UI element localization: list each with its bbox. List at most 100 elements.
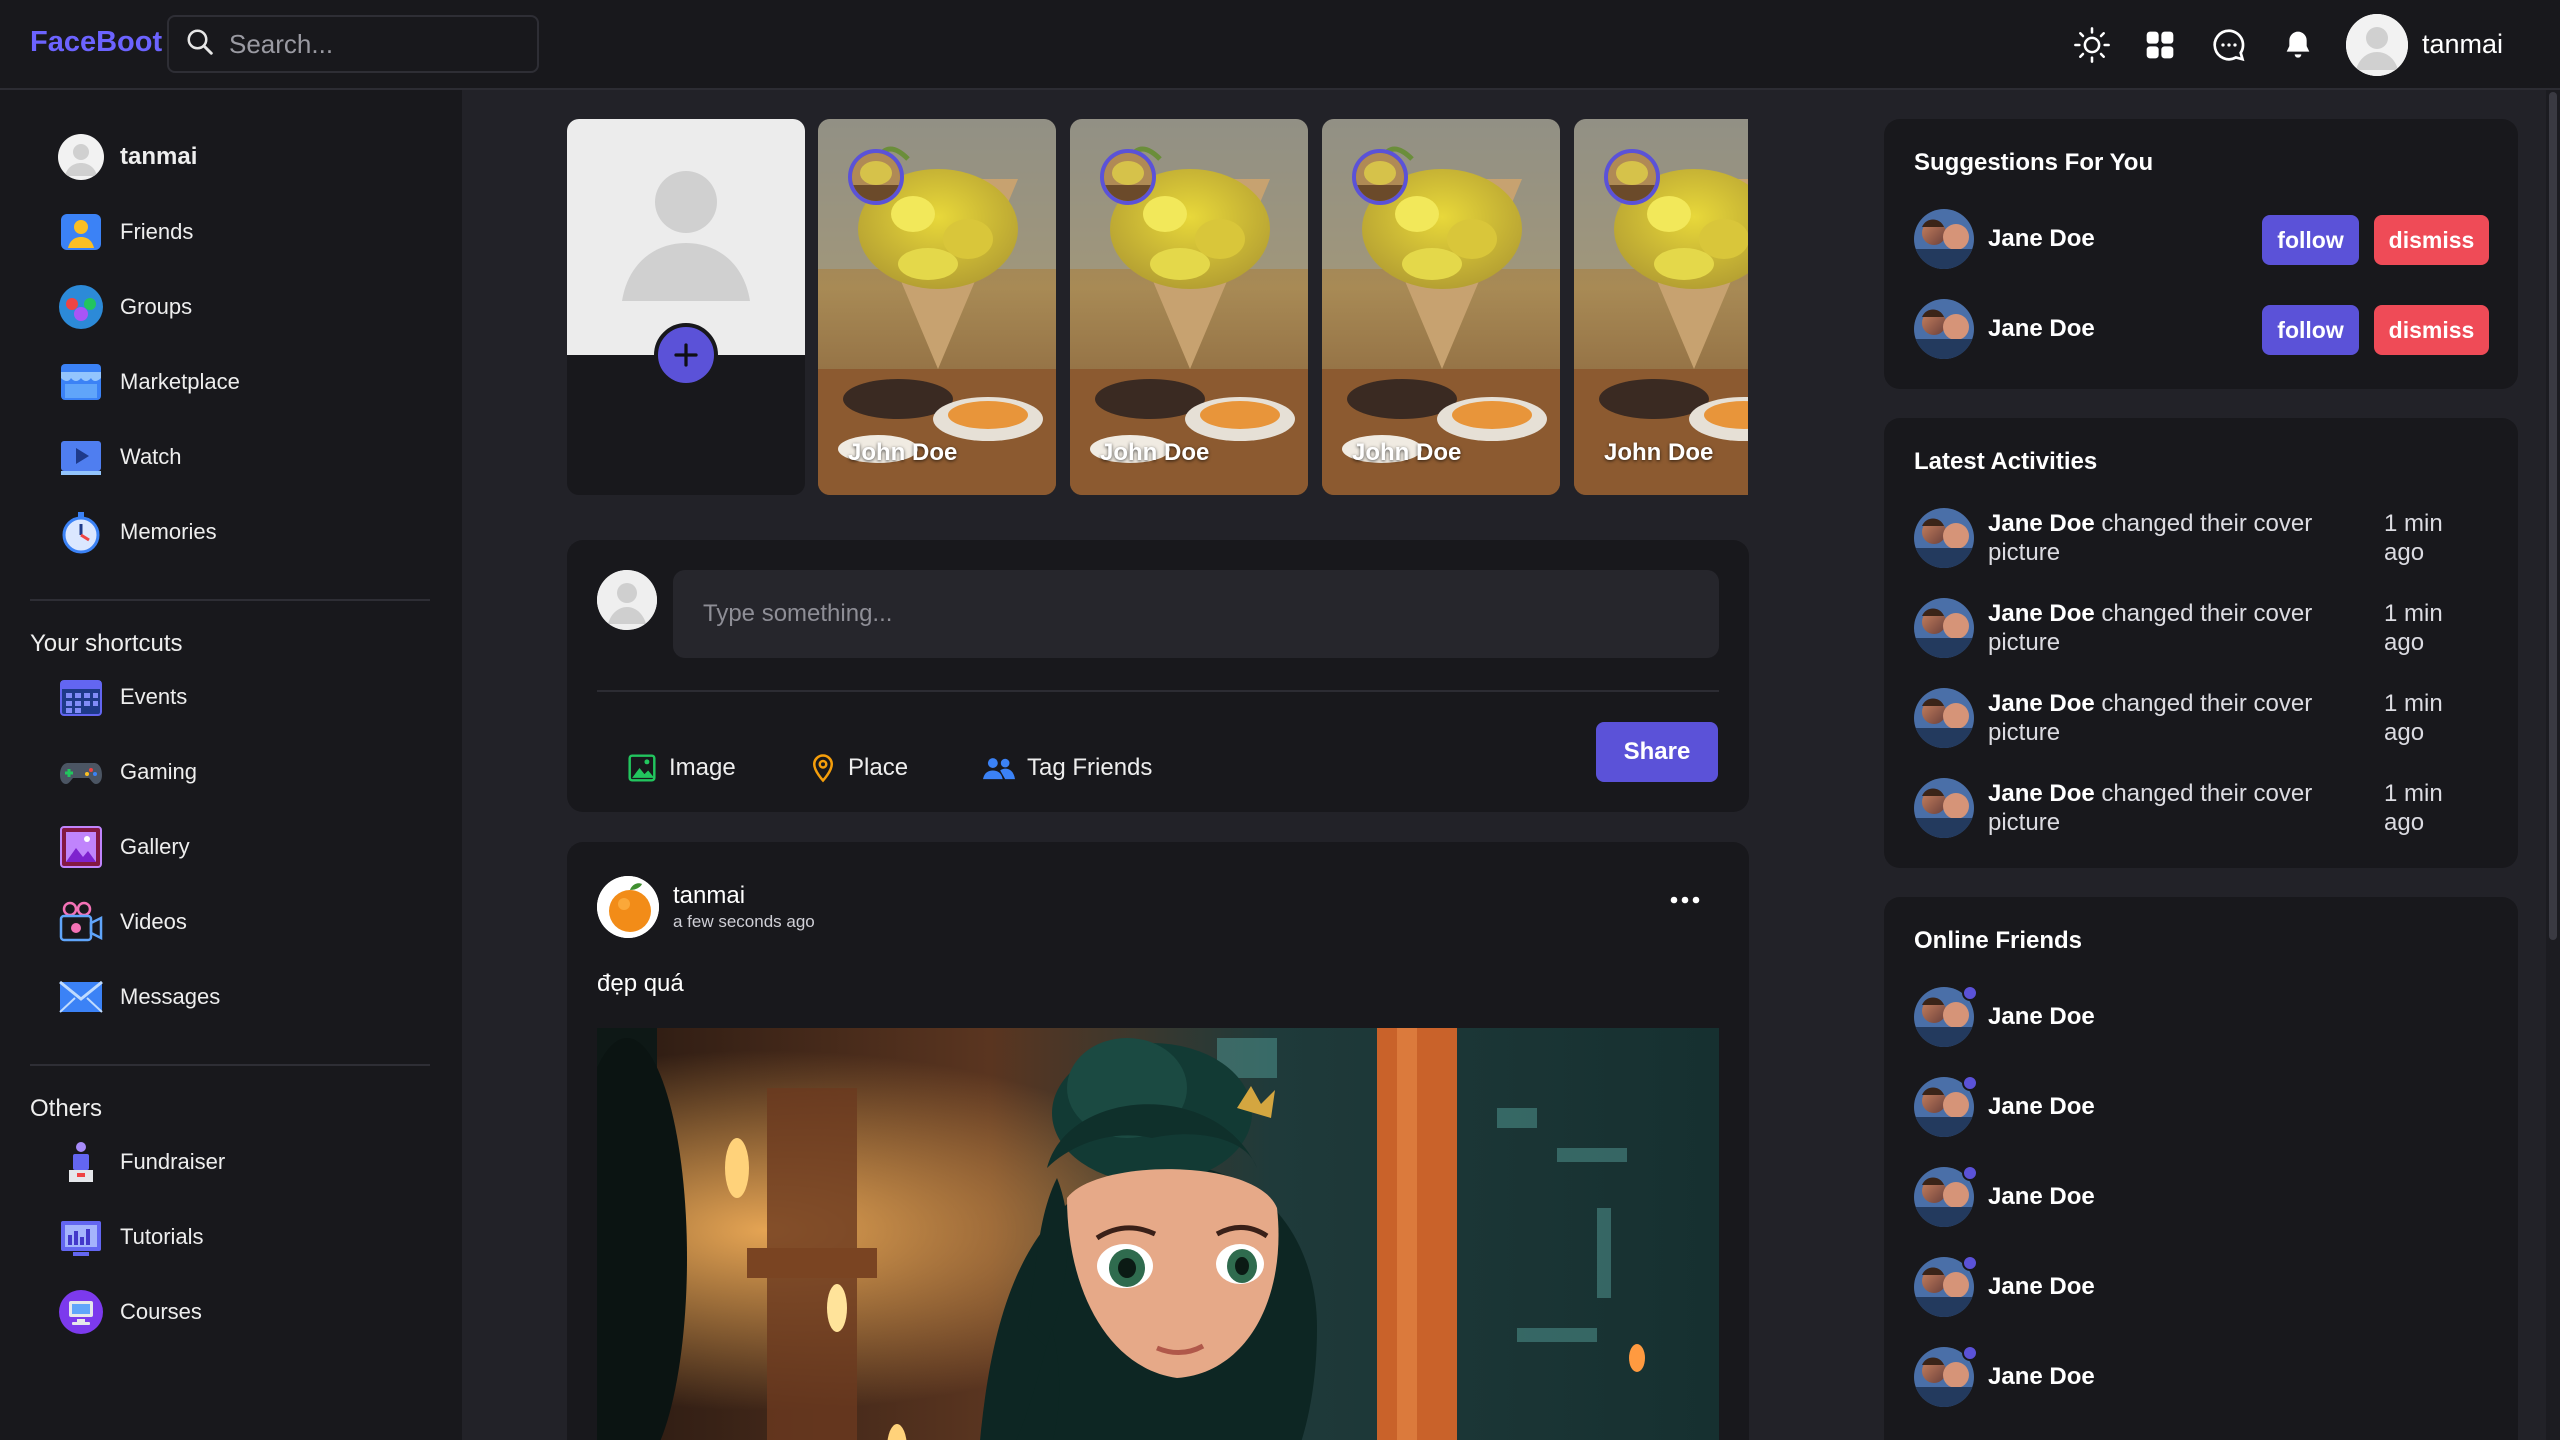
sidebar-item-groups[interactable]: Groups xyxy=(58,283,192,331)
sidebar-item-courses[interactable]: Courses xyxy=(58,1288,202,1336)
follow-button[interactable]: follow xyxy=(2262,215,2359,265)
search-input[interactable] xyxy=(229,28,519,60)
chat-icon[interactable] xyxy=(2210,26,2248,64)
post-author-avatar[interactable] xyxy=(597,876,659,938)
activity-avatar[interactable] xyxy=(1914,598,1974,658)
dismiss-button[interactable]: dismiss xyxy=(2374,215,2489,265)
sidebar-item-label: Tutorials xyxy=(120,1224,204,1249)
composer-input[interactable] xyxy=(673,570,1719,658)
more-options-icon[interactable] xyxy=(1665,888,1705,912)
search-box[interactable] xyxy=(167,15,539,73)
activity-avatar[interactable] xyxy=(1914,778,1974,838)
bell-icon[interactable] xyxy=(2279,26,2317,64)
activity-user[interactable]: Jane Doe xyxy=(1988,600,2095,627)
sidebar-item-messages[interactable]: Messages xyxy=(58,973,220,1021)
tag-friends-button[interactable]: Tag Friends xyxy=(983,752,1152,784)
sidebar-item-events[interactable]: Events xyxy=(58,673,187,721)
user-avatar[interactable] xyxy=(2346,14,2408,76)
sidebar-item-watch[interactable]: Watch xyxy=(58,433,182,481)
activity-user[interactable]: Jane Doe xyxy=(1988,510,2095,537)
composer-divider xyxy=(597,690,1719,692)
sidebar-item-marketplace[interactable]: Marketplace xyxy=(58,358,240,406)
activity-avatar[interactable] xyxy=(1914,688,1974,748)
sidebar-item-friends[interactable]: Friends xyxy=(58,208,193,256)
sidebar-item-gaming[interactable]: Gaming xyxy=(58,748,197,796)
messages-icon xyxy=(58,974,104,1020)
online-friends-title: Online Friends xyxy=(1914,927,2083,954)
story-author: John Doe xyxy=(1604,439,1714,466)
suggestion-name[interactable]: Jane Doe xyxy=(1988,225,2095,253)
friend-name[interactable]: Jane Doe xyxy=(1988,1183,2095,1211)
nav-username[interactable]: tanmai xyxy=(2422,29,2503,60)
sidebar-item-label: Watch xyxy=(120,444,182,469)
shortcuts-heading: Your shortcuts xyxy=(30,630,183,657)
suggestions-title: Suggestions For You xyxy=(1914,149,2154,176)
sidebar-item-label: Gaming xyxy=(120,759,198,784)
app-logo[interactable]: FaceBoot xyxy=(30,26,162,59)
story-card[interactable]: John Doe xyxy=(818,119,1056,495)
suggestion-avatar[interactable] xyxy=(1914,299,1974,359)
story-card[interactable]: John Doe xyxy=(1574,119,1748,495)
composer-avatar xyxy=(597,570,657,630)
watch-icon xyxy=(58,434,104,480)
friend-name[interactable]: Jane Doe xyxy=(1988,1003,2095,1031)
stories-strip: John Doe John Doe John Doe John Doe xyxy=(818,119,1748,495)
sidebar-item-label: Marketplace xyxy=(120,369,240,394)
dismiss-button[interactable]: dismiss xyxy=(2374,305,2489,355)
story-author: John Doe xyxy=(1100,439,1210,466)
online-status-dot xyxy=(1962,1345,1978,1361)
sidebar-item-memories[interactable]: Memories xyxy=(58,508,217,556)
sidebar-divider xyxy=(30,1064,430,1066)
sidebar-item-label: Courses xyxy=(120,1299,202,1324)
groups-icon xyxy=(58,284,104,330)
story-card[interactable]: John Doe xyxy=(1070,119,1308,495)
share-button[interactable]: Share xyxy=(1596,722,1718,782)
sidebar-item-videos[interactable]: Videos xyxy=(58,898,187,946)
create-story-placeholder xyxy=(567,119,805,355)
activity-user[interactable]: Jane Doe xyxy=(1988,780,2095,807)
memories-icon xyxy=(58,509,104,555)
post-text: đẹp quá xyxy=(597,970,684,997)
story-card[interactable]: John Doe xyxy=(1322,119,1560,495)
story-avatar xyxy=(1604,149,1660,205)
friend-name[interactable]: Jane Doe xyxy=(1988,1363,2095,1391)
add-place-button[interactable]: Place xyxy=(810,752,908,784)
suggestion-name[interactable]: Jane Doe xyxy=(1988,315,2095,343)
activity-text: Jane Doe changed their cover picture xyxy=(1988,779,2348,837)
tutorials-icon xyxy=(58,1214,104,1260)
theme-sun-icon[interactable] xyxy=(2073,26,2111,64)
add-story-icon[interactable] xyxy=(654,323,718,387)
sidebar-item-gallery[interactable]: Gallery xyxy=(58,823,190,871)
story-author: John Doe xyxy=(848,439,958,466)
story-avatar xyxy=(848,149,904,205)
sidebar-item-label: Memories xyxy=(120,519,217,544)
post-composer: Image Place Tag Friends Share xyxy=(567,540,1749,812)
online-status-dot xyxy=(1962,1075,1978,1091)
sidebar-item-tutorials[interactable]: Tutorials xyxy=(58,1213,204,1261)
image-icon xyxy=(627,752,657,784)
story-author: John Doe xyxy=(1352,439,1462,466)
sidebar-item-label: Videos xyxy=(120,909,187,934)
apps-grid-icon[interactable] xyxy=(2141,26,2179,64)
activity-text: Jane Doe changed their cover picture xyxy=(1988,599,2348,657)
post-image[interactable] xyxy=(597,1028,1719,1440)
activities-title: Latest Activities xyxy=(1914,448,2098,475)
activity-time: 1 min ago xyxy=(2384,780,2443,836)
activity-user[interactable]: Jane Doe xyxy=(1988,690,2095,717)
post-author[interactable]: tanmai xyxy=(673,882,745,910)
online-status-dot xyxy=(1962,1255,1978,1271)
suggestion-avatar[interactable] xyxy=(1914,209,1974,269)
sidebar-item-label: Events xyxy=(120,684,188,709)
page-scrollbar-thumb[interactable] xyxy=(2549,92,2557,940)
sidebar-profile[interactable]: tanmai xyxy=(58,133,197,181)
friend-name[interactable]: Jane Doe xyxy=(1988,1093,2095,1121)
add-image-button[interactable]: Image xyxy=(627,752,736,784)
profile-avatar xyxy=(58,134,104,180)
create-story-card[interactable] xyxy=(567,119,805,495)
activity-avatar[interactable] xyxy=(1914,508,1974,568)
follow-button[interactable]: follow xyxy=(2262,305,2359,355)
story-avatar xyxy=(1100,149,1156,205)
marketplace-icon xyxy=(58,359,104,405)
friend-name[interactable]: Jane Doe xyxy=(1988,1273,2095,1301)
sidebar-item-fundraiser[interactable]: Fundraiser xyxy=(58,1138,225,1186)
